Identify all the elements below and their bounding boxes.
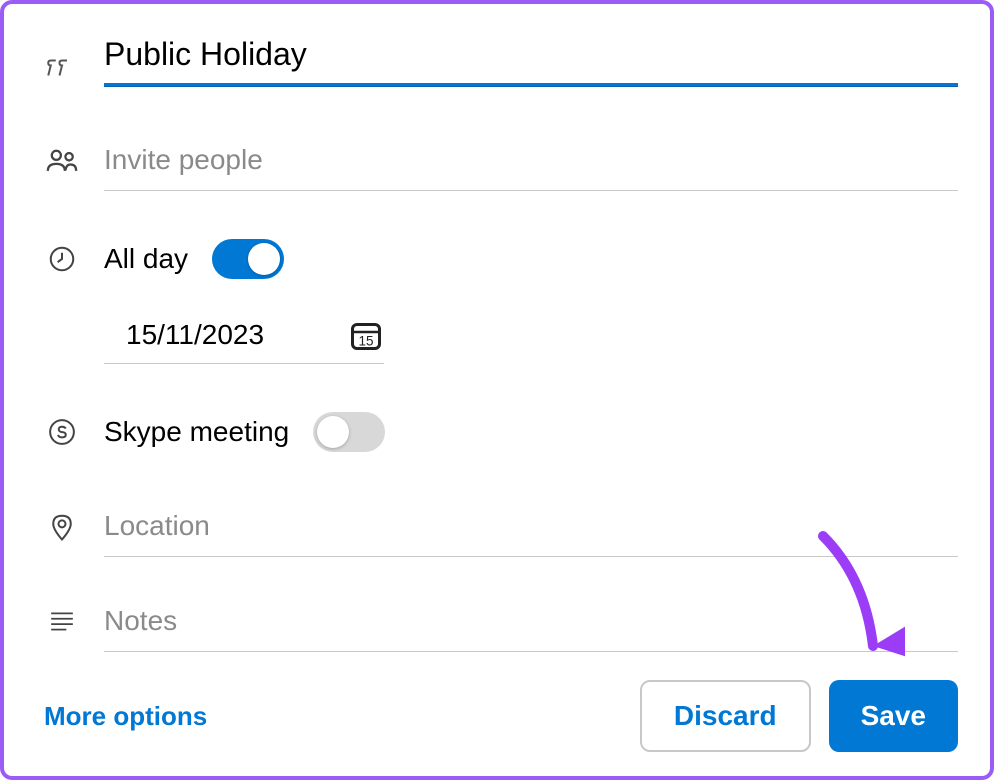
- event-dialog: All day 15/11/2023 15 Skype meet: [0, 0, 994, 780]
- invite-row: [44, 130, 958, 191]
- event-title-input[interactable]: [104, 32, 958, 86]
- people-icon: [44, 143, 80, 179]
- discard-button[interactable]: Discard: [640, 680, 811, 752]
- notes-row: [44, 591, 958, 652]
- save-button[interactable]: Save: [829, 680, 958, 752]
- skype-toggle[interactable]: [313, 412, 385, 452]
- location-input[interactable]: [104, 496, 958, 557]
- title-row: [44, 32, 958, 86]
- more-options-link[interactable]: More options: [44, 701, 207, 732]
- dialog-footer: More options Discard Save: [44, 660, 958, 752]
- button-group: Discard Save: [640, 680, 958, 752]
- title-icon: [44, 50, 80, 86]
- notes-icon: [44, 604, 80, 640]
- skype-label: Skype meeting: [104, 416, 289, 448]
- skype-row: Skype meeting: [44, 412, 958, 452]
- allday-toggle[interactable]: [212, 239, 284, 279]
- skype-icon: [44, 414, 80, 450]
- location-row: [44, 496, 958, 557]
- svg-text:15: 15: [358, 334, 373, 349]
- calendar-icon: 15: [348, 317, 384, 353]
- invite-people-input[interactable]: [104, 130, 958, 191]
- date-row: 15/11/2023 15: [44, 307, 958, 364]
- date-field[interactable]: 15/11/2023 15: [104, 307, 384, 364]
- allday-row: All day: [44, 239, 958, 279]
- clock-icon: [44, 241, 80, 277]
- allday-label: All day: [104, 243, 188, 275]
- date-value: 15/11/2023: [126, 319, 264, 351]
- location-icon: [44, 509, 80, 545]
- notes-input[interactable]: [104, 591, 958, 652]
